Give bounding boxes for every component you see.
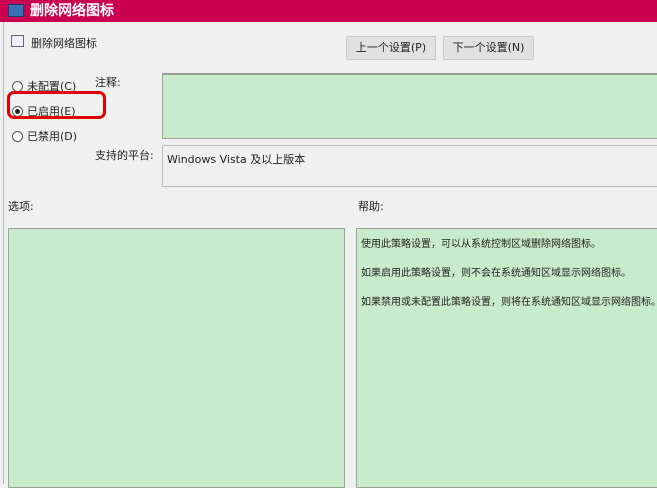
help-pane: 使用此策略设置，可以从系统控制区域删除网络图标。 如果启用此策略设置，则不会在系… bbox=[356, 228, 657, 488]
help-paragraph: 如果禁用或未配置此策略设置，则将在系统通知区域显示网络图标。 bbox=[361, 297, 657, 308]
platform-value: Windows Vista 及以上版本 bbox=[167, 153, 306, 166]
radio-icon bbox=[12, 80, 23, 92]
window-border bbox=[3, 22, 4, 484]
options-pane bbox=[8, 228, 345, 488]
radio-icon bbox=[12, 130, 23, 142]
platform-label: 支持的平台: bbox=[95, 149, 154, 162]
next-setting-button[interactable]: 下一个设置(N) bbox=[443, 36, 534, 60]
comment-label: 注释: bbox=[95, 76, 121, 89]
help-label: 帮助: bbox=[358, 200, 384, 213]
help-paragraph: 使用此策略设置，可以从系统控制区域删除网络图标。 bbox=[361, 239, 601, 250]
platform-field: Windows Vista 及以上版本 bbox=[162, 145, 657, 187]
policy-name: 删除网络图标 bbox=[31, 37, 97, 50]
radio-label: 已禁用(D) bbox=[27, 130, 78, 143]
policy-icon bbox=[11, 35, 24, 47]
highlight-box bbox=[7, 91, 106, 119]
comment-input[interactable] bbox=[162, 74, 657, 139]
app-icon bbox=[8, 4, 24, 17]
radio-disabled[interactable]: 已禁用(D) bbox=[12, 128, 77, 144]
options-label: 选项: bbox=[8, 200, 34, 213]
title-bar: 删除网络图标 bbox=[0, 0, 657, 22]
help-paragraph: 如果启用此策略设置，则不会在系统通知区域显示网络图标。 bbox=[361, 268, 631, 279]
window-title: 删除网络图标 bbox=[30, 3, 114, 19]
prev-setting-button[interactable]: 上一个设置(P) bbox=[346, 36, 436, 60]
